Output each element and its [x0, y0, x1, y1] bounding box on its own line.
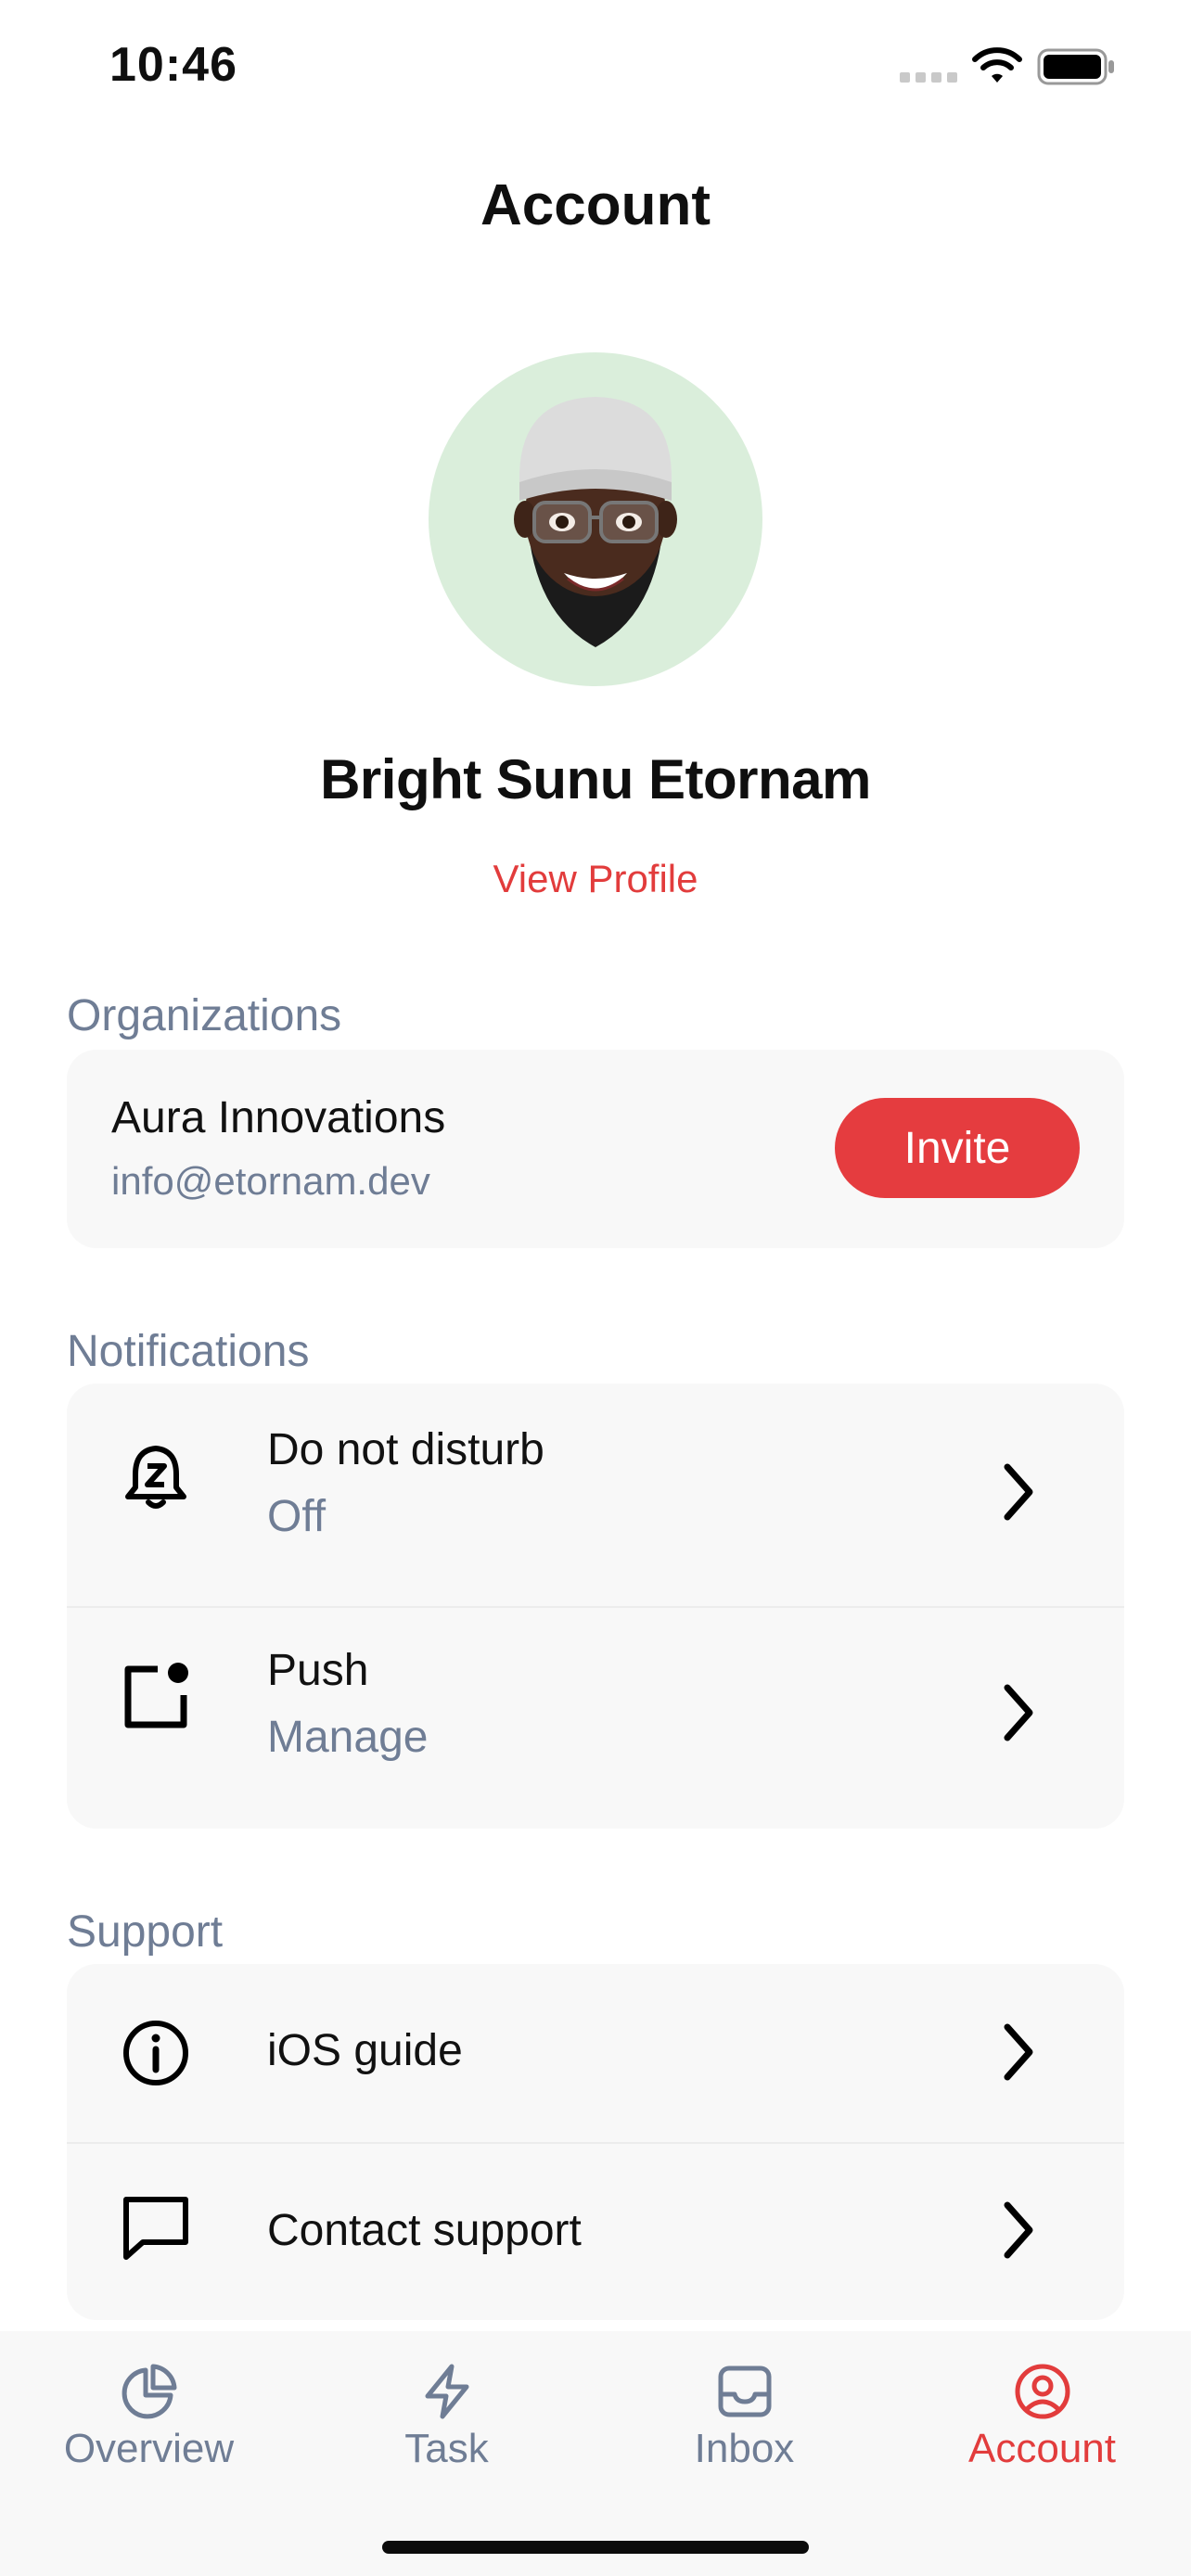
notifications-card: Do not disturb Off Push Manage: [67, 1384, 1124, 1829]
tab-label: Overview: [63, 2426, 235, 2471]
push-label: Push: [267, 1646, 369, 1695]
do-not-disturb-label: Do not disturb: [267, 1425, 544, 1474]
user-name: Bright Sunu Etornam: [320, 748, 871, 810]
lightning-icon: [425, 2364, 469, 2419]
wifi-icon: [972, 47, 1022, 83]
ios-guide-row[interactable]: iOS guide: [67, 1964, 1124, 2142]
info-icon: [123, 2021, 188, 2085]
tab-label: Task: [404, 2426, 489, 2471]
tab-task[interactable]: Task: [298, 2331, 596, 2498]
invite-button[interactable]: Invite: [835, 1098, 1080, 1198]
support-card: iOS guide Contact support: [67, 1964, 1124, 2320]
chevron-right-icon: [1004, 1684, 1033, 1741]
inbox-icon: [718, 2366, 772, 2417]
chat-bubble-icon: [123, 2197, 188, 2260]
page-title: Account: [480, 173, 711, 237]
tab-account[interactable]: Account: [893, 2331, 1191, 2498]
battery-icon: [1037, 48, 1114, 85]
bell-snooze-icon: [125, 1446, 186, 1509]
contact-support-row[interactable]: Contact support: [67, 2144, 1124, 2320]
cellular-signal-icon: [900, 72, 957, 83]
tab-label: Account: [968, 2426, 1116, 2471]
organization-email: info@etornam.dev: [111, 1159, 430, 1203]
tab-inbox[interactable]: Inbox: [596, 2331, 893, 2498]
status-time: 10:46: [109, 38, 237, 92]
tab-label: Inbox: [694, 2426, 795, 2471]
avatar[interactable]: [429, 352, 762, 686]
organization-card: Aura Innovations info@etornam.dev Invite: [67, 1050, 1124, 1248]
push-row[interactable]: Push Manage: [67, 1608, 1124, 1829]
chevron-right-icon: [1004, 1463, 1033, 1521]
pie-chart-icon: [122, 2364, 177, 2419]
chevron-right-icon: [1004, 2201, 1033, 2259]
ios-guide-label: iOS guide: [267, 2026, 463, 2075]
view-profile-link[interactable]: View Profile: [0, 857, 1191, 901]
tab-overview[interactable]: Overview: [0, 2331, 298, 2498]
notifications-section-title: Notifications: [67, 1327, 310, 1376]
notification-badge-icon: [124, 1663, 188, 1728]
do-not-disturb-row[interactable]: Do not disturb Off: [67, 1384, 1124, 1606]
support-section-title: Support: [67, 1907, 224, 1957]
organizations-section-title: Organizations: [67, 991, 342, 1040]
do-not-disturb-value: Off: [267, 1492, 327, 1541]
contact-support-label: Contact support: [267, 2206, 582, 2255]
push-value: Manage: [267, 1713, 429, 1762]
tab-bar: Overview Task Inbox Account: [0, 2331, 1191, 2576]
user-circle-icon: [1015, 2364, 1070, 2419]
organization-name: Aura Innovations: [111, 1093, 446, 1142]
home-indicator: [382, 2541, 809, 2554]
memoji-avatar-icon: [514, 397, 677, 647]
chevron-right-icon: [1004, 2023, 1033, 2081]
